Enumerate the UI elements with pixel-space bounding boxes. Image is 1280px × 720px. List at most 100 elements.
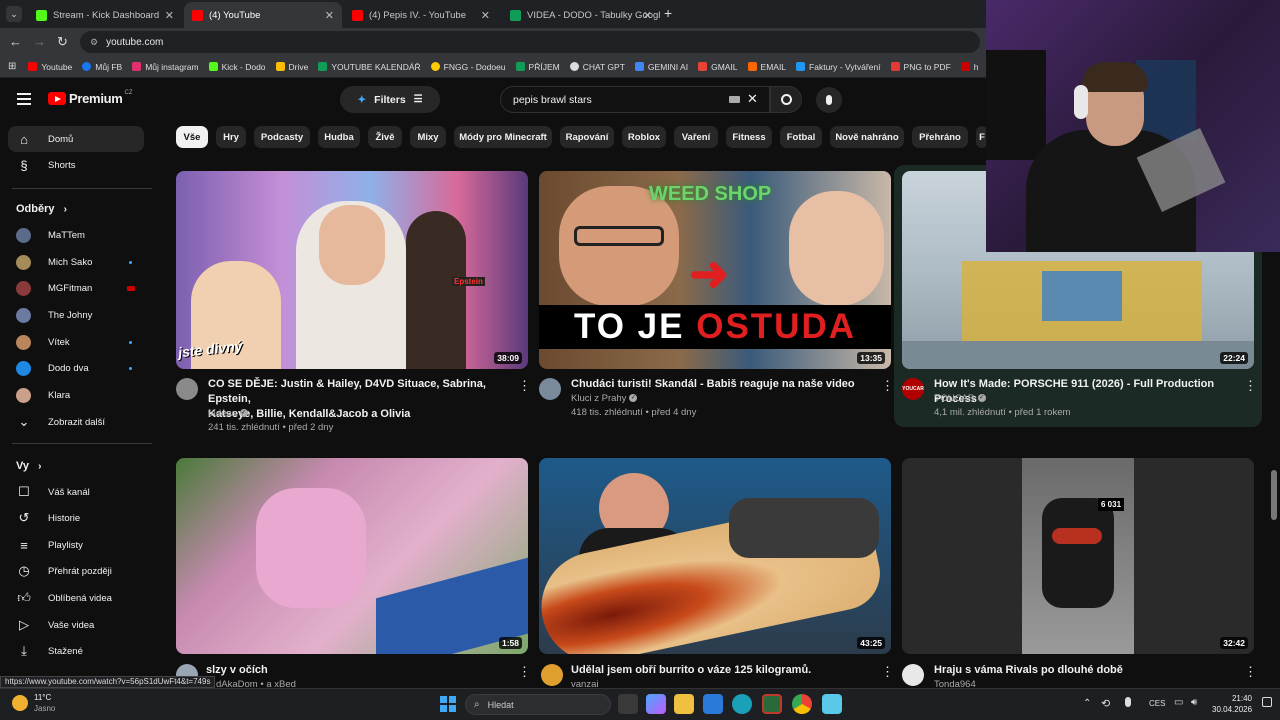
chrome-icon[interactable] <box>792 694 812 714</box>
tray-overflow-icon[interactable]: ⌃ <box>1083 698 1091 709</box>
chip[interactable]: Roblox <box>622 126 666 148</box>
clear-search-icon[interactable]: ✕ <box>747 91 758 107</box>
bookmark[interactable]: FNGG - Dodoeu <box>430 62 506 72</box>
chip[interactable]: Hudba <box>318 126 360 148</box>
channel-name[interactable]: tadeas ✓ <box>208 407 248 421</box>
browser-tab[interactable]: Stream - Kick Dashboard ✕ <box>28 2 182 28</box>
chip[interactable]: Fitness <box>726 126 772 148</box>
close-tab-icon[interactable]: ✕ <box>325 9 334 22</box>
video-title[interactable]: slzy v očích <box>206 663 506 678</box>
sidebar-item-liked[interactable]: 👍︎ Oblíbená videa <box>8 585 144 611</box>
edge-icon[interactable] <box>732 694 752 714</box>
notepad-icon[interactable] <box>822 694 842 714</box>
browser-tab[interactable]: (4) Pepis IV. - YouTube ✕ <box>344 2 498 28</box>
video-title[interactable]: CO SE DĚJE: Justin & Hailey, D4VD Situac… <box>208 377 508 422</box>
bookmark[interactable]: EMAIL <box>747 62 786 72</box>
more-options-icon[interactable]: ⋮ <box>881 378 894 394</box>
video-thumbnail[interactable]: 6 031 32:42 <box>902 458 1254 654</box>
voice-search-button[interactable] <box>816 87 842 113</box>
reload-icon[interactable]: ↻ <box>57 34 68 50</box>
keyboard-icon[interactable] <box>729 96 740 103</box>
weather-widget[interactable]: 11°C Jasno <box>12 692 55 714</box>
video-thumbnail[interactable]: 1:58 <box>176 458 528 654</box>
copilot-icon[interactable] <box>646 694 666 714</box>
sidebar-show-more[interactable]: ⌄ Zobrazit další <box>8 409 144 435</box>
menu-icon[interactable] <box>17 93 31 105</box>
sidebar-item-history[interactable]: ↺ Historie <box>8 505 144 531</box>
bookmark[interactable]: Faktury - Vytváření <box>796 62 881 72</box>
video-title[interactable]: Udělal jsem obří burrito o váze 125 kilo… <box>571 663 871 678</box>
clock[interactable]: 21:40 30.04.2026 <box>1212 693 1252 715</box>
video-title[interactable]: Chudáci turisti! Skandál - Babiš reaguje… <box>571 377 871 392</box>
more-options-icon[interactable]: ⋮ <box>518 664 531 680</box>
close-tab-icon[interactable]: ✕ <box>165 9 174 22</box>
chip[interactable]: Hry <box>216 126 246 148</box>
browser-tab[interactable]: VIDEA - DODO - Tabulky Googl ✕ <box>502 2 660 28</box>
bookmark[interactable]: Kick - Dodo <box>208 62 266 72</box>
you-header[interactable]: Vy › <box>16 460 41 472</box>
sidebar-item-subscription[interactable]: MaTTem <box>8 222 144 248</box>
chip[interactable]: Módy pro Minecraft <box>454 126 552 148</box>
sidebar-item-playlists[interactable]: ≡ Playlisty <box>8 532 144 558</box>
microphone-icon[interactable] <box>1125 697 1131 707</box>
channel-avatar[interactable] <box>541 664 563 686</box>
sync-icon[interactable]: ⟲ <box>1101 697 1110 710</box>
chip[interactable]: Fotbal <box>780 126 822 148</box>
bookmark[interactable]: Youtube <box>28 62 72 72</box>
task-view-icon[interactable] <box>618 694 638 714</box>
sidebar-item-downloads[interactable]: ⤓ Stažené <box>8 638 144 664</box>
browser-tab-active[interactable]: (4) YouTube ✕ <box>184 2 342 28</box>
close-tab-icon[interactable]: ✕ <box>481 9 490 22</box>
video-thumbnail[interactable]: 43:25 <box>539 458 891 654</box>
more-options-icon[interactable]: ⋮ <box>1244 378 1257 394</box>
sidebar-item-watch-later[interactable]: ◷ Přehrát později <box>8 558 144 584</box>
tab-list-button[interactable]: ⌄ <box>6 6 22 22</box>
youtube-logo[interactable]: Premium CZ <box>48 90 133 106</box>
chip[interactable]: Podcasty <box>254 126 310 148</box>
forward-icon[interactable]: → <box>33 34 46 49</box>
sidebar-item-shorts[interactable]: § Shorts <box>8 152 144 178</box>
new-tab-button[interactable]: + <box>664 5 672 21</box>
mail-icon[interactable] <box>703 694 723 714</box>
sidebar-item-home[interactable]: ⌂ Domů <box>8 126 144 152</box>
chip[interactable]: Nově nahráno <box>830 126 904 148</box>
channel-name[interactable]: YOUCAR ✓ <box>934 392 986 406</box>
filters-button[interactable]: ✦ Filters ☰ <box>340 86 440 113</box>
sidebar-item-subscription[interactable]: Mich Sako <box>8 249 144 275</box>
bookmark[interactable]: PŘÍJEM <box>515 62 560 72</box>
channel-avatar[interactable] <box>176 378 198 400</box>
bookmark[interactable]: Drive <box>275 62 308 72</box>
video-thumbnail[interactable]: jste divný Epstein 38:09 <box>176 171 528 369</box>
bookmark[interactable]: PNG to PDF <box>890 62 951 72</box>
channel-avatar[interactable]: YOUCAR <box>902 378 924 400</box>
page-scrollbar[interactable] <box>1271 470 1277 520</box>
chip[interactable]: Vaření <box>674 126 718 148</box>
sidebar-item-subscription[interactable]: Vítek <box>8 329 144 355</box>
sidebar-item-subscription[interactable]: Klara <box>8 382 144 408</box>
volume-icon[interactable]: 🔊︎ <box>1191 697 1197 708</box>
sidebar-item-subscription[interactable]: Dodo dva <box>8 355 144 381</box>
app-icon[interactable] <box>762 694 782 714</box>
close-tab-icon[interactable]: ✕ <box>643 9 652 22</box>
channel-avatar[interactable] <box>902 664 924 686</box>
bookmark[interactable]: CHAT GPT <box>569 62 625 72</box>
sidebar-item-subscription[interactable]: MGFitman <box>8 275 144 301</box>
taskbar-search[interactable]: ⌕ Hledat <box>465 694 611 715</box>
sidebar-item-your-videos[interactable]: ▷ Vaše videa <box>8 612 144 638</box>
site-info-icon[interactable]: ⚙ <box>90 37 98 48</box>
bookmark[interactable]: GMAIL <box>698 62 738 72</box>
language-indicator[interactable]: CES <box>1149 699 1165 708</box>
more-options-icon[interactable]: ⋮ <box>881 664 894 680</box>
chip[interactable]: Mixy <box>410 126 446 148</box>
notification-icon[interactable] <box>1262 697 1272 707</box>
bookmark[interactable]: YOUTUBE KALENDÁŘ <box>318 62 421 72</box>
chip[interactable]: Přehráno <box>912 126 968 148</box>
bookmark[interactable]: GEMINI AI <box>634 62 688 72</box>
search-input[interactable]: pepis brawl stars <box>513 94 592 106</box>
network-icon[interactable]: ▭ <box>1174 697 1183 708</box>
bookmark[interactable]: Můj FB <box>82 62 122 72</box>
sidebar-item-your-channel[interactable]: ☐ Váš kanál <box>8 479 144 505</box>
apps-icon[interactable]: ⊞ <box>8 61 16 72</box>
url-field[interactable]: ⚙ youtube.com <box>80 31 980 53</box>
bookmark[interactable]: h <box>960 62 979 72</box>
